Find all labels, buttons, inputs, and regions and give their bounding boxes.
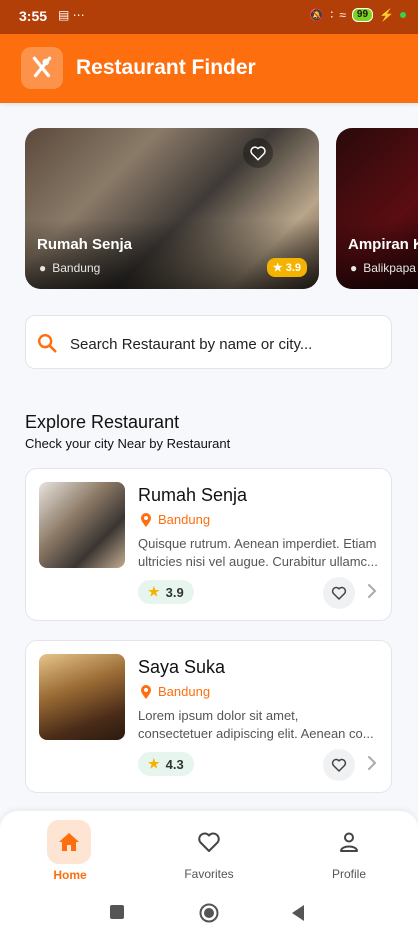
status-icons: 🔕 ∶ ≈ 99 ⚡	[309, 8, 406, 22]
bottom-navigation: Home Favorites Profile	[0, 811, 418, 891]
home-icon	[47, 820, 91, 864]
description-line: consectetuer adipiscing elit. Aenean co.…	[138, 726, 374, 741]
rating-badge: ★ 3.9	[266, 258, 307, 277]
restaurant-city-row: Bandung	[140, 512, 210, 527]
heart-icon	[331, 586, 347, 600]
restaurant-thumbnail	[39, 654, 125, 740]
wifi-icon: ≈	[339, 8, 346, 22]
nav-home-label: Home	[53, 868, 87, 882]
nav-favorites[interactable]: Favorites	[139, 811, 279, 891]
location-pin-icon	[141, 684, 151, 699]
featured-city-row: ● Bandung	[39, 261, 100, 275]
favorite-button[interactable]	[323, 577, 355, 609]
system-navigation	[0, 891, 418, 936]
description-line: Quisque rutrum. Aenean imperdiet. Etiam	[138, 536, 377, 551]
nav-profile[interactable]: Profile	[279, 811, 418, 891]
section-subtitle: Check your city Near by Restaurant	[25, 436, 231, 451]
restaurant-name: Rumah Senja	[138, 485, 248, 505]
restaurant-description: Lorem ipsum dolor sit amet, consectetuer…	[138, 707, 382, 743]
featured-card[interactable]: Ampiran K ● Balikpapa	[336, 128, 418, 289]
nav-profile-label: Profile	[331, 867, 366, 881]
favorite-button[interactable]	[323, 749, 355, 781]
description-line: Lorem ipsum dolor sit amet,	[138, 708, 299, 723]
restaurant-thumbnail	[39, 482, 125, 568]
star-icon: ★	[148, 756, 160, 771]
location-pin-icon: ●	[350, 261, 358, 275]
charging-icon: ⚡	[379, 8, 394, 22]
featured-carousel[interactable]: Rumah Senja ● Bandung ★ 3.9 Ampiran K ● …	[0, 128, 418, 290]
restaurant-city: Bandung	[158, 684, 211, 699]
card-shade	[25, 219, 319, 289]
featured-city-row: ● Balikpapa	[350, 261, 416, 275]
featured-name: Rumah Senja	[37, 236, 133, 253]
battery-icon: 99	[351, 8, 374, 22]
nav-home[interactable]: Home	[0, 811, 140, 891]
rating-badge: ★ 4.3	[138, 752, 194, 776]
location-pin-icon: ●	[39, 261, 47, 275]
heart-icon	[198, 832, 220, 852]
section-title: Explore Restaurant	[25, 412, 180, 432]
restaurant-city: Bandung	[158, 512, 211, 527]
mute-icon: 🔕	[309, 8, 325, 22]
signal-icon: ∶	[330, 8, 334, 22]
rating-badge: ★ 3.9	[138, 580, 194, 604]
star-icon: ★	[148, 584, 160, 599]
heart-icon	[331, 758, 347, 772]
heart-icon	[250, 146, 266, 161]
restaurant-city-row: Bandung	[140, 684, 210, 699]
chevron-right-icon[interactable]	[366, 582, 378, 600]
home-circle-icon[interactable]	[199, 903, 219, 923]
location-pin-icon	[141, 512, 151, 527]
chevron-right-icon[interactable]	[366, 754, 378, 772]
featured-city: Bandung	[52, 261, 101, 275]
person-icon	[340, 832, 358, 852]
featured-name: Ampiran K	[348, 236, 418, 253]
recent-apps-icon[interactable]	[110, 905, 124, 919]
card-shade	[336, 219, 418, 289]
app-title: Restaurant Finder	[76, 56, 256, 79]
restaurant-description: Quisque rutrum. Aenean imperdiet. Etiam …	[138, 535, 382, 571]
favorite-button[interactable]	[243, 138, 273, 168]
nav-favorites-label: Favorites	[184, 867, 234, 881]
restaurant-rating: 4.3	[165, 756, 184, 772]
search-icon	[38, 334, 57, 353]
description-line: ultricies nisi vel augue. Curabitur ulla…	[138, 554, 378, 569]
restaurant-name: Saya Suka	[138, 657, 226, 677]
app-bar: Restaurant Finder	[0, 34, 418, 103]
fork-knife-icon	[21, 47, 63, 89]
search-bar[interactable]	[25, 315, 392, 369]
restaurant-rating: 3.9	[165, 584, 184, 600]
search-input[interactable]	[68, 330, 382, 358]
back-icon[interactable]	[290, 903, 306, 923]
featured-city: Balikpapa	[363, 261, 416, 275]
featured-card[interactable]: Rumah Senja ● Bandung ★ 3.9	[25, 128, 319, 289]
camera-dot-icon	[400, 12, 406, 18]
featured-rating: 3.9	[285, 262, 301, 274]
restaurant-card[interactable]: Rumah Senja Bandung Quisque rutrum. Aene…	[25, 468, 392, 621]
status-time: 3:55	[19, 8, 48, 24]
status-bar: 3:55 ▤ ⋯ 🔕 ∶ ≈ 99 ⚡	[0, 0, 418, 34]
notification-icons: ▤ ⋯	[58, 8, 85, 22]
restaurant-card[interactable]: Saya Suka Bandung Lorem ipsum dolor sit …	[25, 640, 392, 793]
